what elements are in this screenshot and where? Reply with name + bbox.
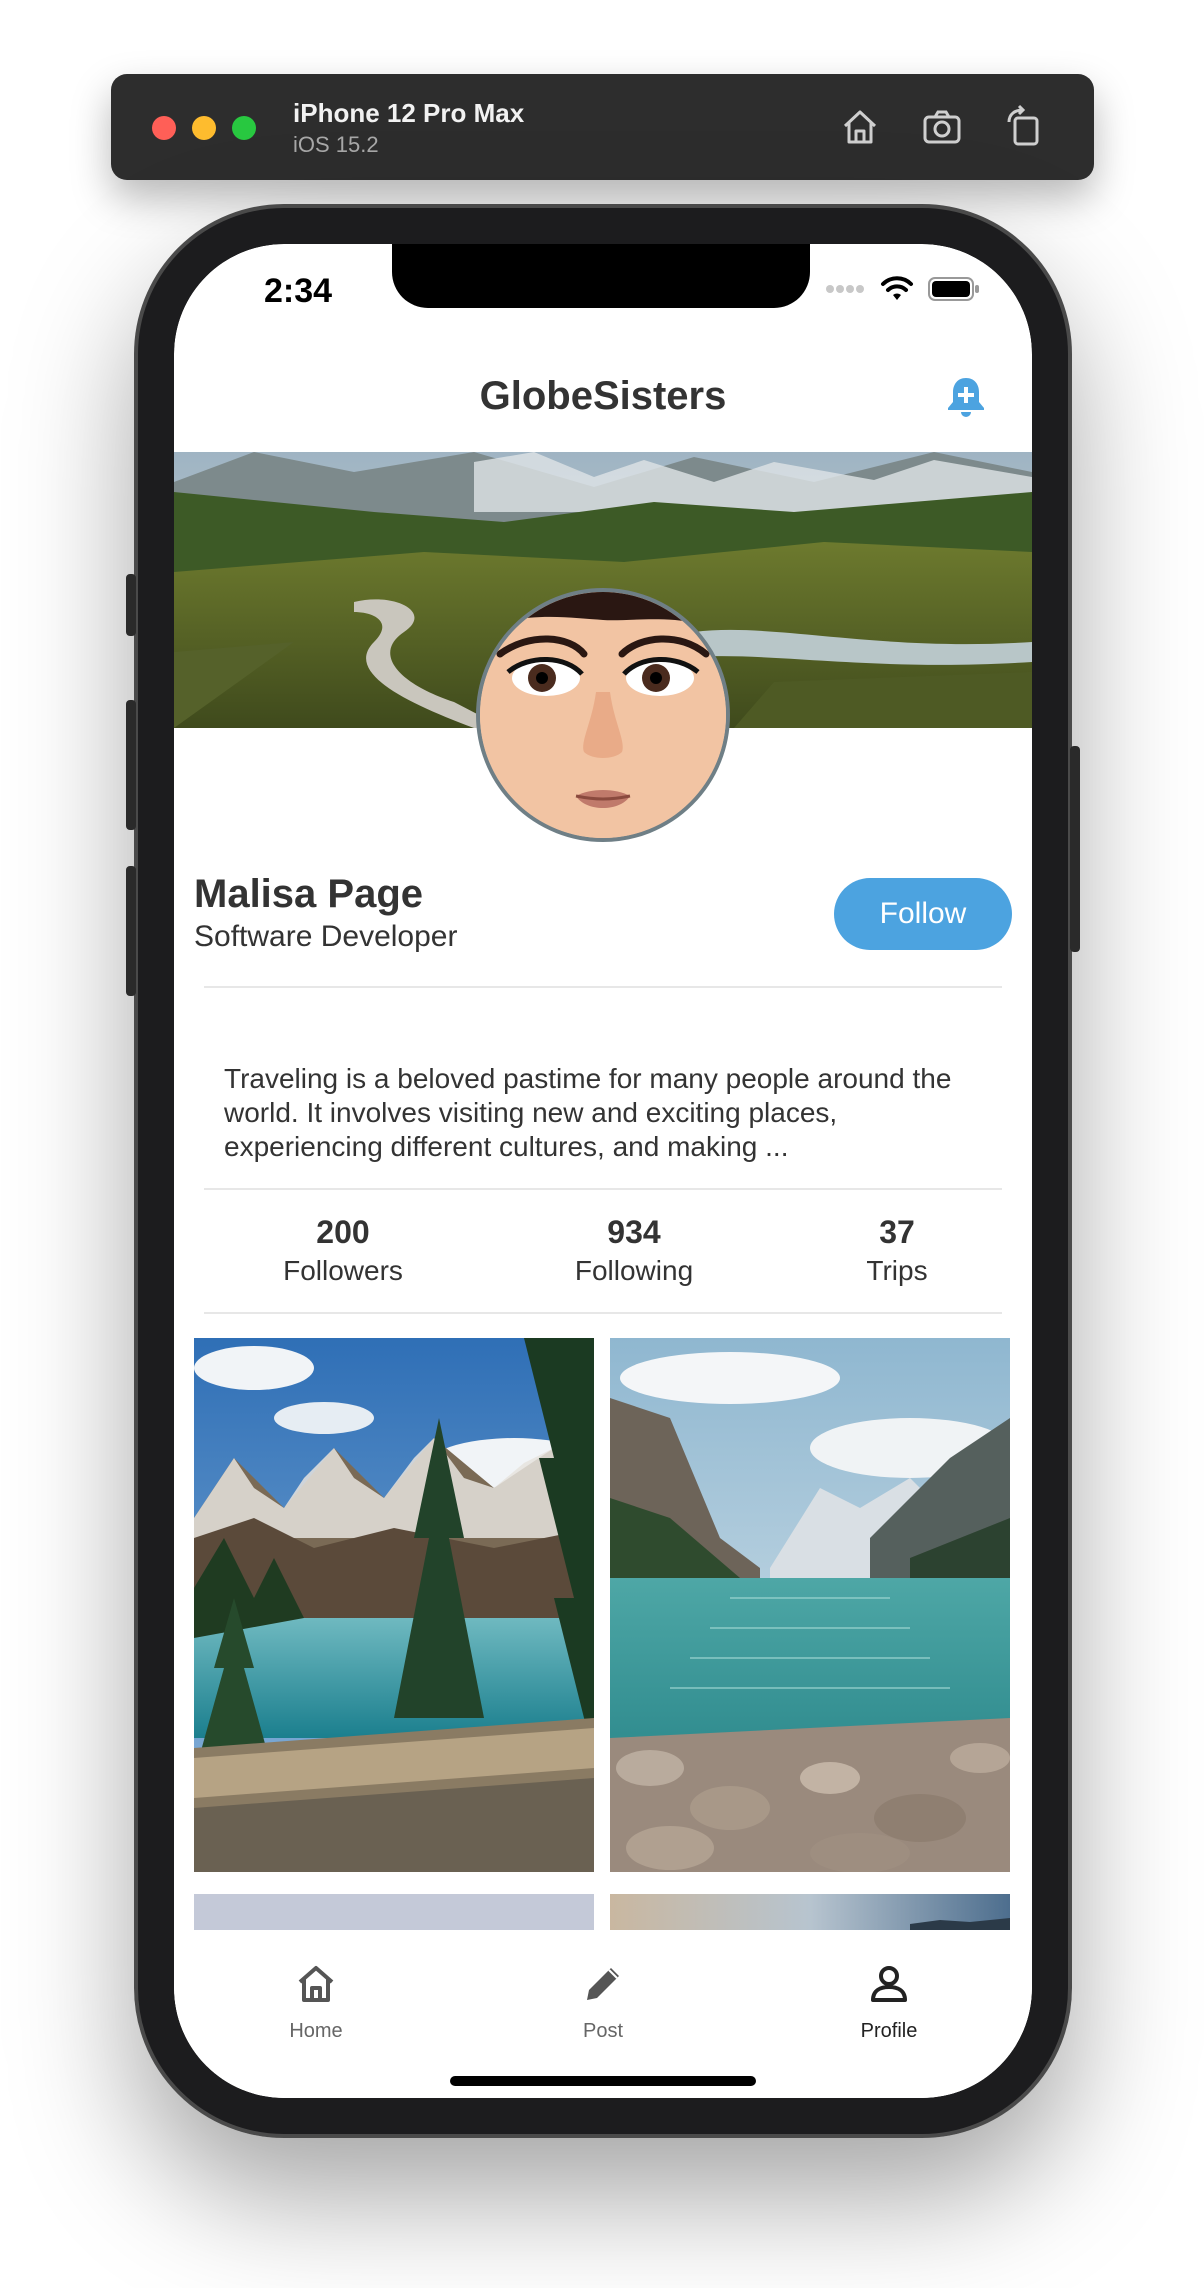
app-screen: 2:34 GlobeSisters Malisa Page Software D… — [174, 244, 1032, 2098]
stat-label: Trips — [866, 1255, 928, 1286]
add-notification-icon[interactable] — [942, 372, 990, 420]
trip-photo-4[interactable] — [610, 1894, 1010, 1930]
simulator-device-name: iPhone 12 Pro Max — [293, 98, 525, 128]
home-icon[interactable] — [837, 104, 883, 150]
wifi-icon — [881, 276, 913, 300]
simulator-stage: iPhone 12 Pro Max iOS 15.2 2:34 GlobeSis… — [0, 0, 1204, 2288]
minimize-window-button[interactable] — [192, 116, 216, 140]
screenshot-icon[interactable] — [919, 104, 965, 150]
home-icon — [298, 1966, 334, 2002]
volume-up-button — [126, 700, 136, 830]
close-window-button[interactable] — [152, 116, 176, 140]
volume-down-button — [126, 866, 136, 996]
stat-trips[interactable]: 37 Trips — [787, 1214, 1007, 1287]
signal-dots-icon — [826, 285, 864, 293]
notch — [392, 244, 810, 308]
nav-label: Post — [582, 2020, 624, 2042]
profile-role: Software Developer — [194, 920, 458, 953]
stat-value: 37 — [879, 1214, 915, 1250]
stat-value: 934 — [607, 1214, 661, 1250]
divider — [204, 986, 1002, 988]
stat-value: 200 — [316, 1214, 370, 1250]
rotate-icon[interactable] — [1001, 104, 1047, 150]
divider — [204, 1312, 1002, 1314]
stat-following[interactable]: 934 Following — [524, 1214, 744, 1287]
zoom-window-button[interactable] — [232, 116, 256, 140]
stat-followers[interactable]: 200 Followers — [233, 1214, 453, 1287]
simulator-title-bar: iPhone 12 Pro Max iOS 15.2 — [111, 74, 1094, 180]
stat-label: Following — [574, 1255, 694, 1286]
mute-switch — [126, 574, 136, 636]
side-power-button — [1070, 746, 1080, 952]
nav-home[interactable]: Home — [216, 1960, 416, 2043]
status-icons — [826, 276, 980, 302]
trip-photo-2[interactable] — [610, 1338, 1010, 1872]
battery-icon — [928, 277, 979, 301]
simulator-os-version: iOS 15.2 — [293, 132, 379, 157]
trip-photo-3[interactable] — [194, 1894, 594, 1930]
app-title: GlobeSisters — [479, 374, 727, 418]
avatar[interactable] — [476, 588, 730, 842]
person-icon — [871, 1966, 907, 2002]
stat-label: Followers — [283, 1255, 403, 1286]
phone-screen: 2:34 GlobeSisters Malisa Page Software D… — [174, 244, 1032, 2098]
divider — [204, 1188, 1002, 1190]
nav-profile[interactable]: Profile — [789, 1960, 989, 2043]
home-indicator — [450, 2076, 756, 2086]
nav-post[interactable]: Post — [503, 1960, 703, 2043]
profile-name: Malisa Page — [194, 872, 424, 916]
bottom-navigation: Home Post Profile — [174, 1930, 1032, 2098]
trip-photo-1[interactable] — [194, 1338, 594, 1872]
status-time: 2:34 — [264, 272, 333, 310]
profile-bio: Traveling is a beloved pastime for many … — [224, 1063, 952, 1162]
nav-label: Home — [289, 2020, 343, 2042]
nav-label: Profile — [860, 2020, 918, 2042]
edit-icon — [587, 1968, 619, 2000]
follow-button[interactable]: Follow — [834, 878, 1012, 950]
